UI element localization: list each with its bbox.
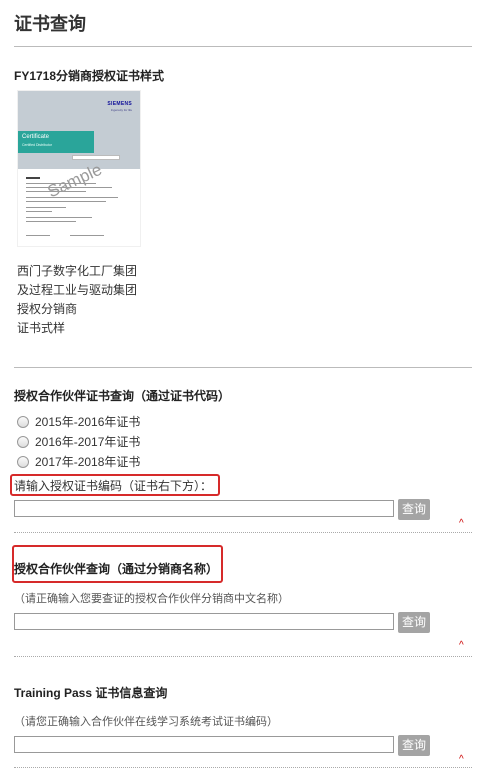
page-title: 证书查询 (14, 14, 86, 34)
dotted-divider (14, 767, 472, 768)
certificate-text-line (26, 201, 106, 202)
sample-section-title: FY1718分销商授权证书样式 (14, 69, 165, 83)
radio-button[interactable] (17, 435, 29, 448)
radio-label: 2015年-2016年证书 (35, 415, 141, 429)
siemens-tagline: Ingenuity for life (110, 108, 132, 112)
certificate-text-line (26, 207, 66, 208)
distributor-name-input[interactable] (14, 613, 394, 630)
radio-button[interactable] (17, 455, 29, 468)
collapse-caret-icon[interactable]: ^ (459, 518, 464, 529)
training-section-title: Training Pass 证书信息查询 (14, 686, 168, 700)
certificate-header: SIEMENS Ingenuity for life Certificate C… (18, 91, 140, 169)
certificate-text-line (26, 221, 76, 222)
certificate-text-line (26, 211, 52, 212)
certificate-code-label: 请输入授权证书编码（证书右下方）： (14, 479, 213, 493)
title-divider (14, 46, 472, 47)
name-section-title: 授权合作伙伴查询（通过分销商名称） (14, 562, 219, 576)
certificate-code-input[interactable] (14, 500, 394, 517)
dotted-divider (14, 532, 472, 533)
certificate-signature-line (26, 235, 50, 236)
radio-option-2015-2016[interactable]: 2015年-2016年证书 (17, 413, 140, 430)
training-code-input[interactable] (14, 736, 394, 753)
description-line: 证书式样 (17, 321, 66, 335)
training-query-hint: （请您正确输入合作伙伴在线学习系统考试证书编码） (14, 716, 278, 728)
radio-option-2016-2017[interactable]: 2016年-2017年证书 (17, 433, 140, 450)
section-divider (14, 367, 472, 368)
code-query-button[interactable]: 查询 (398, 499, 430, 520)
certificate-heading: Certificate (22, 134, 50, 140)
certificate-text-line (26, 177, 40, 179)
collapse-caret-icon[interactable]: ^ (459, 754, 464, 765)
certificate-text-line (26, 197, 118, 198)
collapse-caret-icon[interactable]: ^ (459, 640, 464, 651)
certificate-text-line (26, 217, 92, 218)
name-query-button[interactable]: 查询 (398, 612, 430, 633)
training-query-button[interactable]: 查询 (398, 735, 430, 756)
radio-button[interactable] (17, 415, 29, 428)
dotted-divider (14, 656, 472, 657)
name-query-hint: （请正确输入您要查证的授权合作伙伴分销商中文名称） (14, 593, 289, 605)
certificate-signature-line (70, 235, 104, 236)
description-line: 授权分销商 (17, 302, 78, 316)
radio-label: 2017年-2018年证书 (35, 455, 141, 469)
description-line: 及过程工业与驱动集团 (17, 283, 138, 297)
radio-label: 2016年-2017年证书 (35, 435, 141, 449)
radio-option-2017-2018[interactable]: 2017年-2018年证书 (17, 453, 140, 470)
certificate-subheading: Certified Distributor (22, 143, 52, 147)
siemens-logo: SIEMENS (107, 101, 132, 107)
description-line: 西门子数字化工厂集团 (17, 264, 138, 278)
code-section-title: 授权合作伙伴证书查询（通过证书代码） (14, 389, 231, 403)
certificate-band: Certificate Certified Distributor (18, 131, 94, 153)
certificate-sample-image: SIEMENS Ingenuity for life Certificate C… (17, 90, 141, 247)
certificate-description: 西门子数字化工厂集团 及过程工业与驱动集团 授权分销商 证书式样 (17, 262, 137, 338)
